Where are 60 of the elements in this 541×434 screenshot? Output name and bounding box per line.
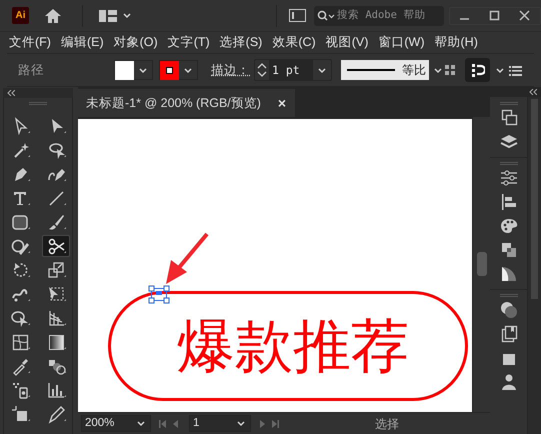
collapse-icon[interactable] [7, 90, 15, 96]
scissors-tool-button[interactable] [42, 235, 70, 257]
menu-item[interactable]: 视图(V) [326, 32, 368, 52]
stroke-label[interactable]: 描边： [211, 60, 250, 80]
pointer-arrow [163, 232, 209, 286]
caret-icon [138, 66, 148, 74]
menu-item[interactable]: 编辑(E) [60, 32, 104, 52]
appearance-icon[interactable] [498, 300, 518, 320]
stepper-icon[interactable] [255, 61, 269, 79]
menu-item[interactable]: 文字(T) [168, 32, 210, 52]
magnet-snap-icon [470, 63, 484, 77]
menu-item[interactable]: 文件(F) [9, 32, 51, 52]
sliders-icon[interactable] [498, 168, 518, 188]
free-transform-icon [46, 284, 66, 304]
caret-icon[interactable] [495, 66, 505, 74]
close-tab-button[interactable]: × [278, 92, 286, 114]
scale-icon [46, 260, 66, 280]
fill-color-button[interactable] [114, 60, 153, 80]
selection-type-label: 路径 [18, 62, 45, 79]
list-icon[interactable] [509, 64, 522, 76]
scissors-icon [46, 236, 66, 256]
knife-icon [46, 404, 66, 424]
stroke-profile-field[interactable]: 等比 [341, 60, 429, 80]
caret-icon[interactable] [317, 66, 327, 74]
gradient-icon [46, 332, 66, 352]
scrollbar-thumb[interactable] [476, 252, 486, 276]
grid-icon[interactable] [444, 64, 456, 76]
home-icon[interactable] [44, 8, 62, 24]
panel-toggle-icon[interactable] [289, 9, 306, 22]
zoom-field[interactable]: 200% [81, 415, 151, 432]
caret-icon[interactable] [122, 11, 132, 20]
symbol-sprayer-icon [10, 380, 30, 400]
search-field[interactable]: 搜索 Adobe 帮助 [314, 6, 444, 26]
artwork-text: 爆款推荐 [177, 317, 409, 375]
menu-item[interactable]: 窗口(W) [378, 32, 424, 52]
workspace-layout-icon[interactable] [99, 8, 117, 22]
current-tool-label: 选择 [375, 416, 399, 432]
artboard-icon [10, 404, 30, 424]
menu-item[interactable]: 效果(C) [272, 32, 316, 52]
menu-item[interactable]: 帮助(H) [434, 32, 478, 52]
app-logo: Ai [12, 7, 29, 24]
artboard-field[interactable]: 1 [189, 415, 251, 432]
menu-item[interactable]: 对象(O) [114, 32, 158, 52]
collapse-icon[interactable] [529, 89, 537, 95]
lasso-icon [46, 140, 66, 160]
stroke-color-button[interactable] [159, 60, 198, 80]
stroke-weight-field[interactable]: 1 pt [254, 59, 332, 81]
snap-button[interactable] [465, 58, 490, 82]
bar-graph-icon [46, 380, 66, 400]
palette-icon[interactable] [498, 216, 518, 236]
caret-icon [136, 419, 146, 428]
document-tab[interactable]: 未标题-1* @ 200% (RGB/预览) × [78, 89, 295, 117]
caret-icon [183, 66, 193, 74]
mesh-icon [10, 332, 30, 352]
panel-scrollbar-thumb[interactable] [531, 99, 538, 299]
caret-icon[interactable] [433, 66, 443, 74]
anchor-selection-handles [148, 284, 170, 304]
menu-item[interactable]: 选择(S) [220, 32, 262, 52]
search-icon [317, 10, 335, 22]
caret-icon [236, 419, 246, 428]
